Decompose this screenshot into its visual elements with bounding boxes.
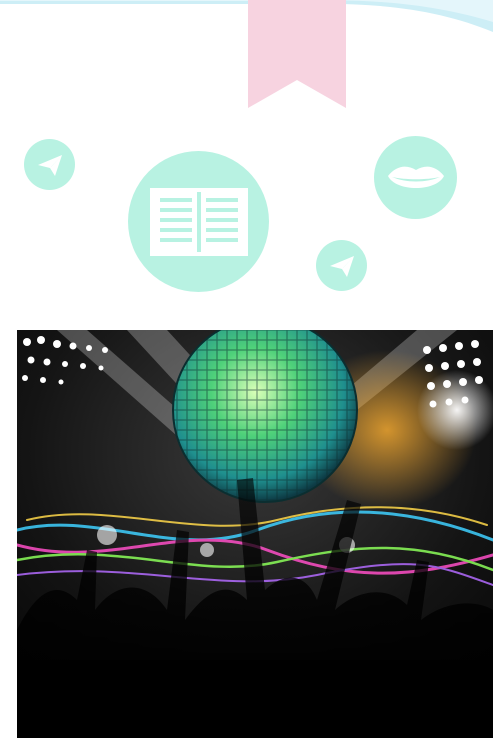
open-book-glyph: [149, 187, 248, 256]
top-wave-decoration: [0, 0, 493, 32]
disco-ball-party-photo: [17, 330, 493, 738]
party-photo: [17, 330, 493, 738]
paper-plane-icon: [316, 240, 367, 291]
open-book-icon: [128, 151, 269, 292]
lips-icon: [374, 136, 457, 219]
paper-plane-glyph: [329, 255, 354, 277]
bookmark-icon: [248, 0, 346, 108]
lips-glyph: [387, 166, 444, 188]
paper-plane-icon: [24, 139, 75, 190]
paper-plane-glyph: [37, 154, 62, 176]
page: [0, 0, 493, 738]
